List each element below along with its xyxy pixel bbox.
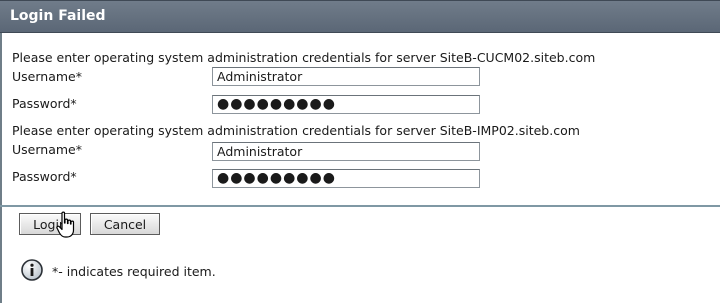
server-1-prompt: Please enter operating system administra… [12,50,596,65]
server-1-password-input[interactable]: ●●●●●●●●● [212,95,480,114]
info-icon [21,259,43,281]
server-1-username-label: Username* [12,69,82,84]
server-2-username-label: Username* [12,142,82,157]
server-1-password-label: Password* [12,96,77,111]
section-divider [0,205,720,207]
server-2-password-label: Password* [12,169,77,184]
server-2-prompt: Please enter operating system administra… [12,123,580,138]
server-1-username-input[interactable]: Administrator [212,67,480,86]
required-note: *- indicates required item. [52,264,216,279]
cancel-button[interactable]: Cancel [90,213,160,235]
server-2-username-input[interactable]: Administrator [212,142,480,161]
credentials-panel: Please enter operating system administra… [0,33,720,303]
server-2-password-input[interactable]: ●●●●●●●●● [212,169,480,188]
dialog-titlebar: Login Failed [0,0,720,33]
hand-cursor-icon [56,211,75,238]
dialog-title: Login Failed [10,8,106,24]
